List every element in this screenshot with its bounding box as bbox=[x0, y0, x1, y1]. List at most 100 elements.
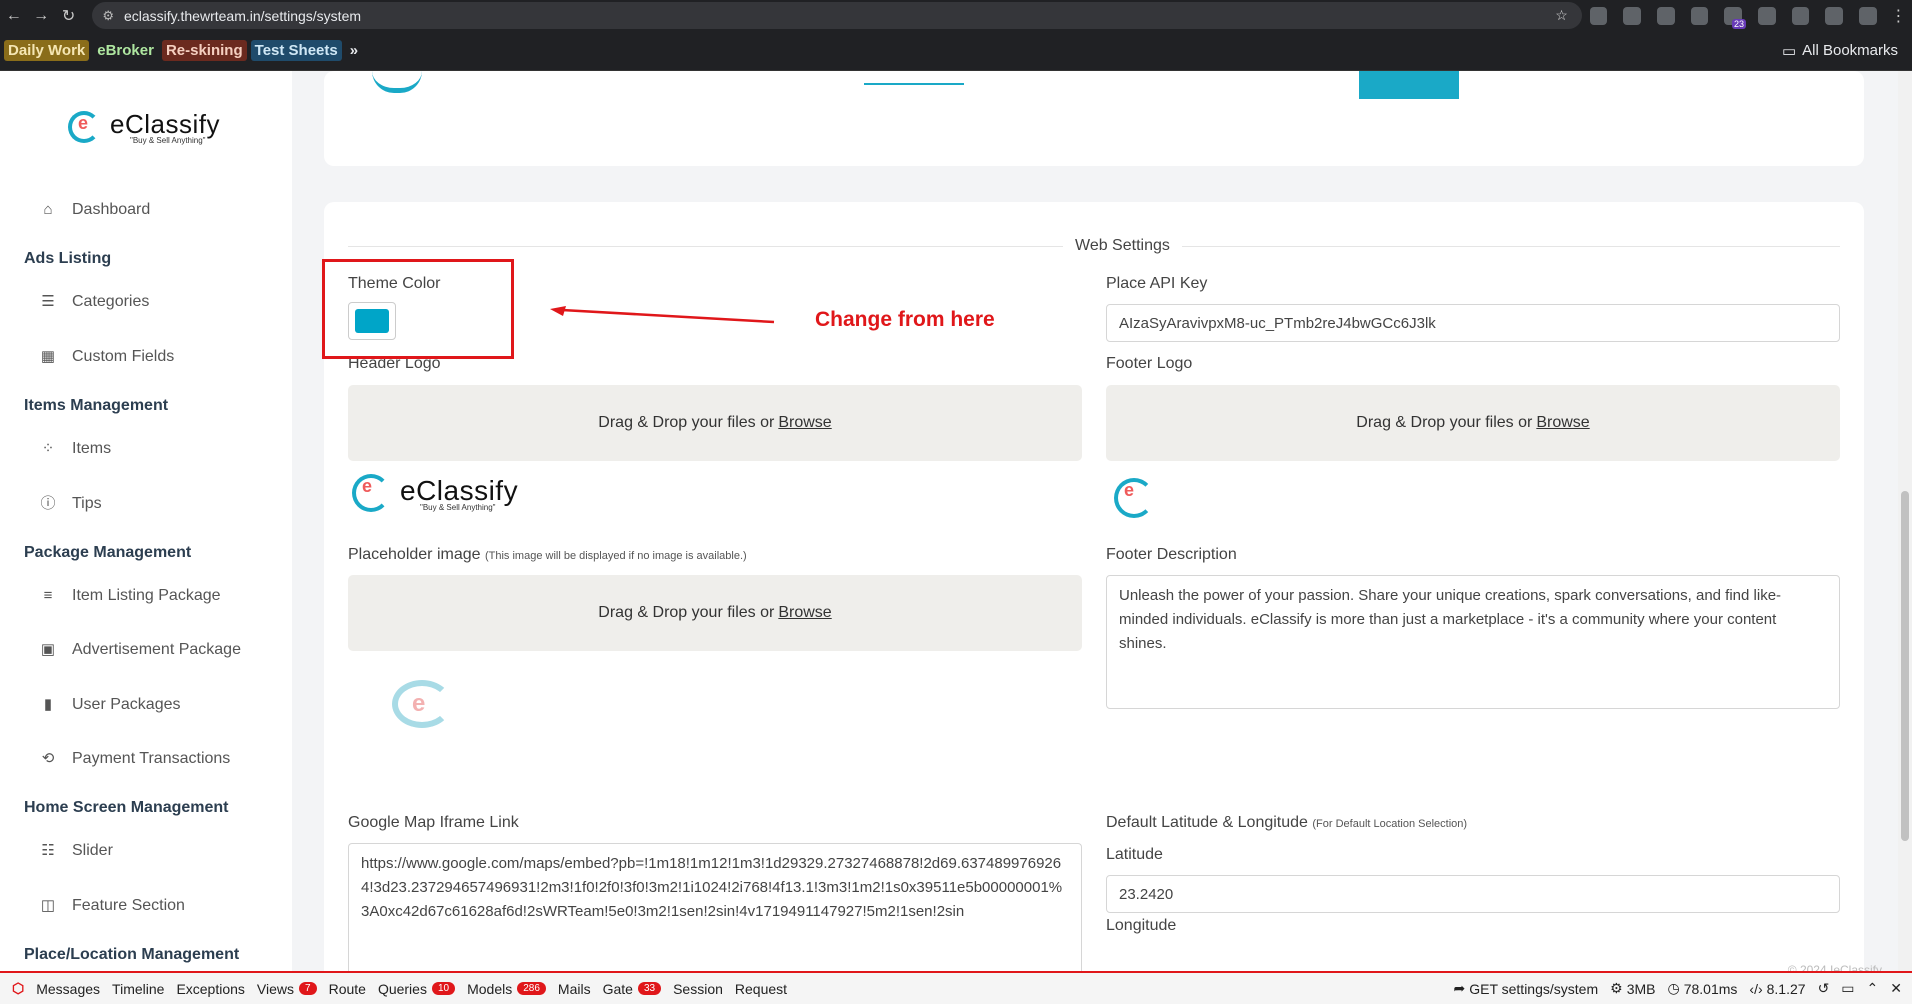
debug-tab-models[interactable]: Models 286 bbox=[467, 981, 546, 997]
folder-open-icon[interactable]: ▭ bbox=[1841, 980, 1854, 997]
home-icon: ⌂ bbox=[43, 201, 53, 218]
sliders-icon: ☷ bbox=[41, 842, 55, 859]
debug-tab-gate[interactable]: Gate 33 bbox=[603, 981, 662, 997]
sidebar-item-label: Custom Fields bbox=[72, 348, 175, 365]
sidebar-item-item-listing-package[interactable]: ≡ Item Listing Package bbox=[40, 587, 221, 605]
site-info-icon[interactable]: ⚙ bbox=[102, 8, 114, 24]
folder-icon: ▭ bbox=[1781, 42, 1797, 60]
sidebar-item-label: Advertisement Package bbox=[72, 641, 241, 658]
menu-icon[interactable]: ⋮ bbox=[1885, 6, 1912, 26]
browse-link[interactable]: Browse bbox=[1536, 414, 1589, 432]
debug-tab-queries[interactable]: Queries 10 bbox=[378, 981, 456, 997]
header-logo-dropzone[interactable]: Drag & Drop your files or Browse bbox=[348, 385, 1082, 461]
memory-icon: ⚙ bbox=[1610, 980, 1623, 996]
sidebar-item-label: Dashboard bbox=[72, 201, 151, 218]
forward-icon[interactable]: → bbox=[27, 7, 54, 25]
placeholder-image-dropzone[interactable]: Drag & Drop your files or Browse bbox=[348, 575, 1082, 651]
sidebar-item-feature-section[interactable]: ◫ Feature Section bbox=[40, 897, 185, 915]
sidebar-item-items[interactable]: ⁘ Items bbox=[40, 440, 111, 458]
profile-icon[interactable] bbox=[1858, 6, 1877, 25]
footer-description-textarea[interactable]: Unleash the power of your passion. Share… bbox=[1106, 575, 1840, 709]
bookmark-star-icon[interactable]: ☆ bbox=[1555, 7, 1568, 24]
extension-badge-icon[interactable] bbox=[1724, 6, 1746, 29]
debug-tab-mails[interactable]: Mails bbox=[558, 981, 591, 997]
sidebar-item-label: Tips bbox=[72, 495, 102, 512]
web-settings-title: Web Settings bbox=[1063, 237, 1182, 255]
all-bookmarks[interactable]: ▭ All Bookmarks bbox=[1782, 42, 1898, 60]
logo-icon bbox=[352, 474, 390, 512]
payment-icon: ⟲ bbox=[41, 750, 55, 767]
extensions-puzzle-icon[interactable] bbox=[1791, 6, 1810, 25]
latlng-label: Default Latitude & Longitude (For Defaul… bbox=[1106, 814, 1467, 832]
bookmark-re-skining[interactable]: Re-skining bbox=[161, 40, 247, 61]
debug-tab-exceptions[interactable]: Exceptions bbox=[176, 981, 244, 997]
bookmark-ebroker[interactable]: eBroker bbox=[93, 40, 158, 61]
share-icon: ➦ bbox=[1453, 980, 1466, 996]
place-api-key-input[interactable]: AIzaSyAravivpxM8-uc_PTmb2reJ4bwGCc6J3lk bbox=[1106, 304, 1840, 342]
latitude-input[interactable]: 23.2420 bbox=[1106, 875, 1840, 913]
section-package-management: Package Management bbox=[24, 544, 192, 561]
banner-preview-image bbox=[1359, 71, 1459, 99]
footer-description-label: Footer Description bbox=[1106, 546, 1237, 563]
section-home-screen-management: Home Screen Management bbox=[24, 799, 229, 816]
back-icon[interactable]: ← bbox=[0, 7, 27, 25]
debug-tab-request[interactable]: Request bbox=[735, 981, 787, 997]
menu-lines-icon: ≡ bbox=[43, 587, 53, 604]
bookmark-daily-work[interactable]: Daily Work bbox=[4, 40, 90, 61]
sidebar-item-slider[interactable]: ☷ Slider bbox=[40, 842, 113, 860]
latitude-label: Latitude bbox=[1106, 846, 1163, 863]
all-bookmarks-label: All Bookmarks bbox=[1802, 42, 1898, 59]
browse-link[interactable]: Browse bbox=[778, 414, 831, 432]
request-time: 78.01ms bbox=[1683, 980, 1738, 997]
sidebar: eClassify "Buy & Sell Anything" ⌂ Dashbo… bbox=[0, 71, 292, 971]
google-map-iframe-textarea[interactable]: https://www.google.com/maps/embed?pb=!1m… bbox=[348, 843, 1082, 982]
address-bar[interactable]: ⚙ eclassify.thewrteam.in/settings/system… bbox=[92, 2, 1582, 29]
google-map-label: Google Map Iframe Link bbox=[348, 814, 519, 831]
extension-icon[interactable] bbox=[1690, 6, 1709, 25]
browser-toolbar: ← → ↻ ⚙ eclassify.thewrteam.in/settings/… bbox=[0, 0, 1912, 31]
url-text: eclassify.thewrteam.in/settings/system bbox=[123, 7, 362, 24]
list-icon: ☰ bbox=[41, 293, 55, 310]
latlng-note: (For Default Location Selection) bbox=[1312, 818, 1468, 830]
extension-icon[interactable] bbox=[1623, 6, 1642, 25]
tab-label: Views bbox=[256, 980, 295, 997]
chevron-up-icon[interactable]: ⌃ bbox=[1867, 980, 1879, 997]
debug-tab-timeline[interactable]: Timeline bbox=[112, 981, 164, 997]
sidebar-item-user-packages[interactable]: ▮ User Packages bbox=[40, 696, 181, 714]
debug-tab-views[interactable]: Views 7 bbox=[257, 981, 317, 997]
grid-icon: ▦ bbox=[40, 348, 56, 365]
footer-logo-dropzone[interactable]: Drag & Drop your files or Browse bbox=[1106, 385, 1840, 461]
longitude-label: Longitude bbox=[1106, 917, 1177, 934]
browse-link[interactable]: Browse bbox=[778, 604, 831, 622]
debug-tab-messages[interactable]: Messages bbox=[36, 981, 100, 997]
debug-tab-route[interactable]: Route bbox=[329, 981, 366, 997]
sidebar-item-custom-fields[interactable]: ▦ Custom Fields bbox=[40, 348, 174, 366]
brand-logo[interactable]: eClassify "Buy & Sell Anything" bbox=[68, 109, 220, 145]
debug-tab-session[interactable]: Session bbox=[673, 981, 723, 997]
extension-icon[interactable] bbox=[1758, 6, 1776, 25]
sidebar-item-advertisement-package[interactable]: ▣ Advertisement Package bbox=[40, 641, 241, 659]
sidebar-item-categories[interactable]: ☰ Categories bbox=[40, 293, 149, 311]
scrollbar-thumb[interactable] bbox=[1901, 491, 1909, 841]
page-scrollbar[interactable] bbox=[1898, 71, 1912, 971]
download-icon[interactable] bbox=[1825, 6, 1843, 25]
laravel-icon[interactable]: ⬡ bbox=[12, 980, 24, 997]
bookmarks-more[interactable]: » bbox=[346, 40, 362, 61]
reload-icon[interactable]: ↻ bbox=[55, 6, 82, 26]
history-icon[interactable]: ↺ bbox=[1818, 980, 1830, 997]
sidebar-item-payment-transactions[interactable]: ⟲ Payment Transactions bbox=[40, 750, 231, 768]
sidebar-item-tips[interactable]: ⓘ Tips bbox=[40, 495, 102, 513]
sidebar-item-dashboard[interactable]: ⌂ Dashboard bbox=[40, 201, 150, 219]
close-icon[interactable]: ✕ bbox=[1890, 980, 1902, 997]
dropzone-text: Drag & Drop your files or bbox=[1356, 414, 1533, 431]
placeholder-note: (This image will be displayed if no imag… bbox=[484, 550, 747, 562]
header-logo-preview: eClassify "Buy & Sell Anything" bbox=[352, 474, 518, 512]
extension-icon[interactable] bbox=[1657, 6, 1675, 25]
section-place-location-management: Place/Location Management bbox=[24, 946, 240, 963]
extension-icon[interactable] bbox=[1589, 6, 1608, 25]
placeholder-image-label: Placeholder image (This image will be di… bbox=[348, 546, 747, 564]
bookmark-test-sheets[interactable]: Test Sheets bbox=[250, 40, 342, 61]
latlng-label-text: Default Latitude & Longitude bbox=[1106, 814, 1308, 831]
footer-logo-label: Footer Logo bbox=[1106, 355, 1193, 372]
bookmarks-bar: Daily Work eBroker Re-skining Test Sheet… bbox=[0, 31, 1912, 71]
